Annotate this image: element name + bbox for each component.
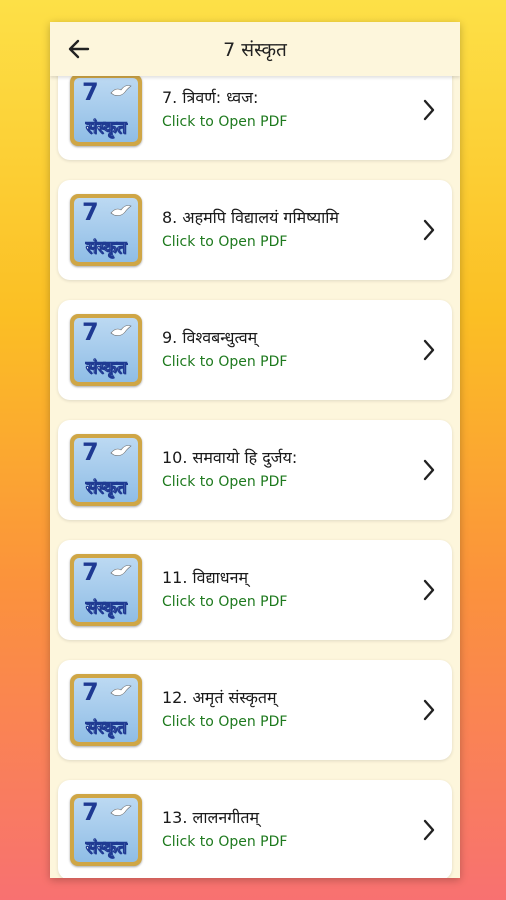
chapter-thumbnail: 7 संस्कृत xyxy=(70,434,142,506)
chapter-title: 7. त्रिवर्ण: ध्वज: xyxy=(162,88,259,107)
thumbnail-number: 7 xyxy=(82,558,99,586)
chapter-title: 13. लालनगीतम् xyxy=(162,808,260,827)
open-pdf-link[interactable]: Click to Open PDF xyxy=(162,234,287,250)
dove-icon xyxy=(110,445,132,456)
chapter-thumbnail: 7 संस्कृत xyxy=(70,74,142,146)
chapter-title: 11. विद्याधनम् xyxy=(162,568,249,587)
list-item[interactable]: 7 संस्कृत 13. लालनगीतम् Click to Open PD… xyxy=(58,780,452,878)
thumbnail-number: 7 xyxy=(82,318,99,346)
chevron-right-icon[interactable] xyxy=(422,458,436,482)
thumbnail-number: 7 xyxy=(82,798,99,826)
chapter-title: 9. विश्वबन्धुत्वम् xyxy=(162,328,258,347)
list-item[interactable]: 7 संस्कृत 9. विश्वबन्धुत्वम् Click to Op… xyxy=(58,300,452,400)
dove-icon xyxy=(110,805,132,816)
open-pdf-link[interactable]: Click to Open PDF xyxy=(162,354,287,370)
open-pdf-link[interactable]: Click to Open PDF xyxy=(162,834,287,850)
chevron-right-icon[interactable] xyxy=(422,578,436,602)
thumbnail-word: संस्कृत xyxy=(85,718,127,739)
dove-icon xyxy=(110,205,132,216)
app-bar: 7 संस्कृत xyxy=(50,22,460,76)
chapter-thumbnail: 7 संस्कृत xyxy=(70,674,142,746)
thumbnail-word: संस्कृत xyxy=(85,358,127,379)
dove-icon xyxy=(110,685,132,696)
app-screen: 7 संस्कृत 7. त्रिवर्ण: ध्वज: Click to Op… xyxy=(50,22,460,878)
chevron-right-icon[interactable] xyxy=(422,98,436,122)
list-item[interactable]: 7 संस्कृत 11. विद्याधनम् Click to Open P… xyxy=(58,540,452,640)
thumbnail-word: संस्कृत xyxy=(85,478,127,499)
chevron-right-icon[interactable] xyxy=(422,698,436,722)
chevron-right-icon[interactable] xyxy=(422,338,436,362)
dove-icon xyxy=(110,565,132,576)
chapter-title: 12. अमृतं संस्कृतम् xyxy=(162,688,277,707)
chevron-right-icon[interactable] xyxy=(422,218,436,242)
list-item[interactable]: 7 संस्कृत 8. अहमपि विद्यालयं गमिष्यामि C… xyxy=(58,180,452,280)
thumbnail-number: 7 xyxy=(82,438,99,466)
thumbnail-word: संस्कृत xyxy=(85,238,127,259)
open-pdf-link[interactable]: Click to Open PDF xyxy=(162,474,287,490)
thumbnail-word: संस्कृत xyxy=(85,838,127,859)
page-title: 7 संस्कृत xyxy=(223,39,287,61)
chapter-thumbnail: 7 संस्कृत xyxy=(70,194,142,266)
open-pdf-link[interactable]: Click to Open PDF xyxy=(162,114,287,130)
chapter-title: 10. समवायो हि दुर्जय: xyxy=(162,448,298,467)
thumbnail-number: 7 xyxy=(82,78,99,106)
open-pdf-link[interactable]: Click to Open PDF xyxy=(162,714,287,730)
chapter-thumbnail: 7 संस्कृत xyxy=(70,794,142,866)
thumbnail-word: संस्कृत xyxy=(85,598,127,619)
thumbnail-number: 7 xyxy=(82,678,99,706)
list-item[interactable]: 7 संस्कृत 12. अमृतं संस्कृतम् Click to O… xyxy=(58,660,452,760)
chapter-thumbnail: 7 संस्कृत xyxy=(70,314,142,386)
list-item[interactable]: 7 संस्कृत 10. समवायो हि दुर्जय: Click to… xyxy=(58,420,452,520)
dove-icon xyxy=(110,85,132,96)
chapter-thumbnail: 7 संस्कृत xyxy=(70,554,142,626)
open-pdf-link[interactable]: Click to Open PDF xyxy=(162,594,287,610)
chevron-right-icon[interactable] xyxy=(422,818,436,842)
thumbnail-word: संस्कृत xyxy=(85,118,127,139)
dove-icon xyxy=(110,325,132,336)
chapter-title: 8. अहमपि विद्यालयं गमिष्यामि xyxy=(162,208,339,227)
thumbnail-number: 7 xyxy=(82,198,99,226)
